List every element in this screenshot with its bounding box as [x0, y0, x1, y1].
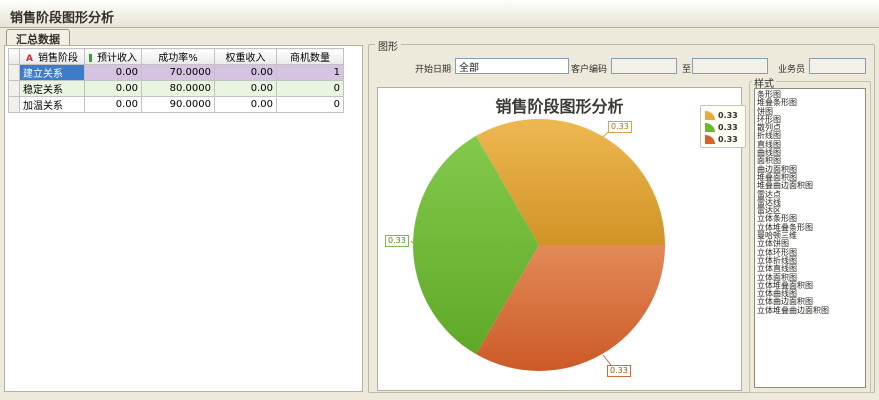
to-label: 至 — [682, 62, 691, 75]
pie-label-slice3: 0.33 — [607, 365, 631, 377]
sales-stage-table: A销售阶段 预计收入 成功率% 权重收入 商机数量 建立关系 0.00 70.0… — [8, 48, 344, 113]
style-list-item[interactable]: 堆叠条形图 — [757, 99, 865, 107]
summary-table-panel: A销售阶段 预计收入 成功率% 权重收入 商机数量 建立关系 0.00 70.0… — [4, 45, 363, 392]
salesperson-label: 业务员 — [778, 62, 805, 75]
page-title: 销售阶段图形分析 — [10, 7, 114, 26]
cell-expected[interactable]: 0.00 — [85, 65, 142, 81]
pie-svg — [378, 88, 741, 390]
table-header-row: A销售阶段 预计收入 成功率% 权重收入 商机数量 — [9, 49, 344, 65]
row-selector[interactable] — [9, 65, 20, 81]
cell-success-rate[interactable]: 80.0000 — [142, 81, 215, 97]
column-header-weighted-income[interactable]: 权重收入 — [215, 49, 277, 65]
cell-weighted[interactable]: 0.00 — [215, 65, 277, 81]
customer-code-from-input[interactable] — [611, 58, 677, 74]
table-row[interactable]: 稳定关系 0.00 80.0000 0.00 0 — [9, 81, 344, 97]
cell-count[interactable]: 0 — [277, 97, 344, 113]
style-list-item[interactable]: 立体堆叠曲边面积图 — [757, 307, 865, 315]
chart-style-list[interactable]: 条形图 堆叠条形图 饼图 环形图 散列点 折线图 直线图 曲线图 面积图 曲边面… — [754, 88, 866, 388]
column-header-success-rate[interactable]: 成功率% — [142, 49, 215, 65]
cell-weighted[interactable]: 0.00 — [215, 97, 277, 113]
row-selector[interactable] — [9, 97, 20, 113]
cell-count[interactable]: 1 — [277, 65, 344, 81]
tab-summary-data[interactable]: 汇总数据 — [6, 29, 70, 45]
legend-swatch-green-icon — [705, 123, 715, 132]
cell-stage[interactable]: 建立关系 — [20, 65, 85, 81]
table-row[interactable]: 建立关系 0.00 70.0000 0.00 1 — [9, 65, 344, 81]
column-header-expected-income[interactable]: 预计收入 — [85, 49, 142, 65]
legend-item: 0.33 — [705, 133, 743, 145]
customer-code-label: 客户编码 — [571, 62, 607, 75]
cell-expected[interactable]: 0.00 — [85, 81, 142, 97]
pie-label-slice2: 0.33 — [385, 235, 409, 247]
table-row[interactable]: 加温关系 0.00 90.0000 0.00 0 — [9, 97, 344, 113]
customer-code-to-input[interactable] — [692, 58, 768, 74]
cell-expected[interactable]: 0.00 — [85, 97, 142, 113]
chart-area: 销售阶段图形分析 0.33 0.33 0.33 — [377, 87, 742, 391]
window-titlebar: 销售阶段图形分析 — [0, 0, 879, 28]
legend-item: 0.33 — [705, 121, 743, 133]
row-selector-header — [9, 49, 20, 65]
row-selector[interactable] — [9, 81, 20, 97]
pie-label-slice1: 0.33 — [608, 121, 632, 133]
graph-group-box: 图形 开始日期 客户编码 至 业务员 销售阶段图形分析 — [368, 44, 875, 393]
cell-weighted[interactable]: 0.00 — [215, 81, 277, 97]
start-date-label: 开始日期 — [415, 62, 451, 75]
style-group-box: 样式 条形图 堆叠条形图 饼图 环形图 散列点 折线图 直线图 曲线图 面积图 … — [749, 81, 871, 393]
legend-item: 0.33 — [705, 109, 743, 121]
cell-stage[interactable]: 稳定关系 — [20, 81, 85, 97]
sort-ascending-icon: A — [26, 54, 33, 64]
filter-bar-icon — [89, 54, 92, 62]
cell-count[interactable]: 0 — [277, 81, 344, 97]
chart-legend: 0.33 0.33 0.33 — [700, 105, 746, 148]
column-header-opportunity-count[interactable]: 商机数量 — [277, 49, 344, 65]
cell-success-rate[interactable]: 90.0000 — [142, 97, 215, 113]
salesperson-input[interactable] — [809, 58, 866, 74]
legend-swatch-red-icon — [705, 135, 715, 144]
cell-stage[interactable]: 加温关系 — [20, 97, 85, 113]
column-header-stage[interactable]: A销售阶段 — [20, 49, 85, 65]
cell-success-rate[interactable]: 70.0000 — [142, 65, 215, 81]
start-date-input[interactable] — [455, 58, 569, 74]
graph-group-label: 图形 — [375, 38, 401, 53]
legend-swatch-orange-icon — [705, 111, 715, 120]
